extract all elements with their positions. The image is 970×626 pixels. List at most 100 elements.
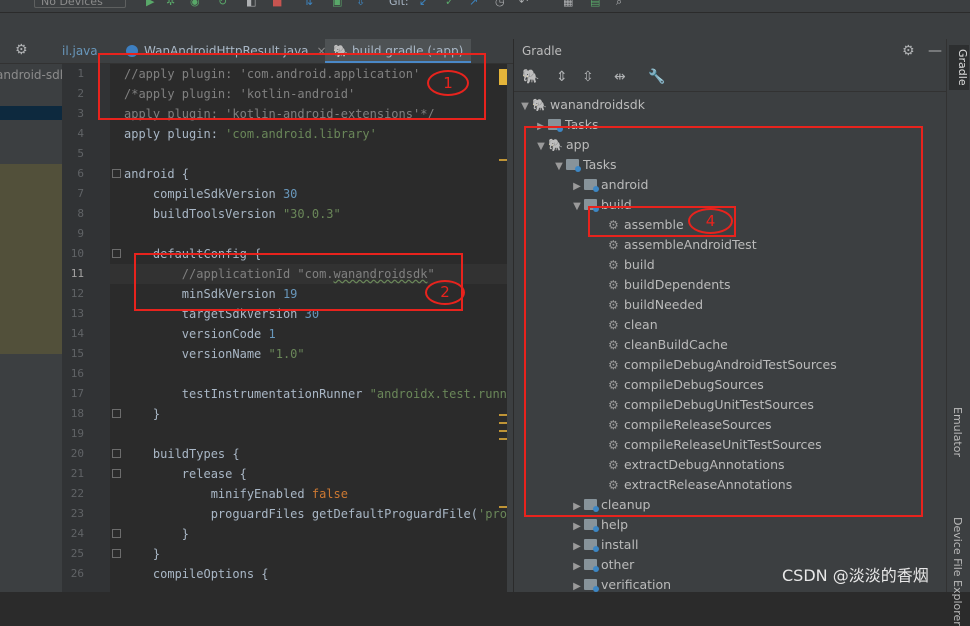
chevron-down-icon[interactable]: ▼ bbox=[518, 97, 532, 117]
code-text: apply plugin: bbox=[124, 127, 226, 141]
line-number: 23 bbox=[70, 507, 84, 520]
code-text: versionName bbox=[124, 347, 269, 361]
code-text: buildToolsVersion bbox=[124, 207, 283, 221]
attach-icon[interactable]: ◧ bbox=[246, 0, 256, 8]
line-number: 14 bbox=[70, 327, 84, 340]
scroll-marker bbox=[499, 430, 507, 432]
line-number: 24 bbox=[70, 527, 84, 540]
code-string: "1.0" bbox=[268, 347, 305, 361]
line-number: 20 bbox=[70, 447, 84, 460]
vtab-label: Device File Explorer bbox=[951, 517, 964, 626]
code-string: 'com.android.library' bbox=[225, 127, 377, 141]
tree-node-help[interactable]: ▶ help bbox=[570, 515, 628, 535]
line-number: 21 bbox=[70, 467, 84, 480]
device-manager-icon[interactable]: ▤ bbox=[590, 0, 600, 8]
profile-icon[interactable]: ◉ bbox=[190, 0, 200, 8]
wrench-icon[interactable]: 🔧 bbox=[648, 69, 665, 85]
line-number: 16 bbox=[70, 367, 84, 380]
folder-icon bbox=[584, 559, 599, 572]
git-commit-icon[interactable]: ✓ bbox=[445, 0, 454, 8]
tree-node-label: other bbox=[601, 557, 635, 572]
toggle-offline-icon[interactable]: ⇹ bbox=[614, 69, 626, 85]
line-number: 7 bbox=[77, 187, 84, 200]
apply-changes-icon[interactable]: ↻ bbox=[218, 0, 227, 8]
run-icon[interactable]: ▶ bbox=[146, 0, 154, 8]
stop-icon[interactable]: ■ bbox=[272, 0, 282, 8]
device-selector[interactable]: No Devices bbox=[34, 0, 126, 8]
line-number: 8 bbox=[77, 207, 84, 220]
line-number: 6 bbox=[77, 167, 84, 180]
scroll-marker bbox=[499, 438, 507, 440]
history-icon[interactable]: ◷ bbox=[495, 0, 505, 8]
line-number: 2 bbox=[77, 87, 84, 100]
tree-node-label: help bbox=[601, 517, 629, 532]
tree-node-label: verification bbox=[601, 577, 672, 592]
tab-device-file-explorer[interactable]: Device File Explorer bbox=[951, 517, 964, 626]
expand-all-icon[interactable]: ⇕ bbox=[556, 69, 568, 85]
inspection-indicator[interactable] bbox=[499, 69, 507, 85]
gear-icon[interactable]: ⚙ bbox=[902, 39, 915, 63]
code-line: } bbox=[124, 407, 161, 421]
chevron-right-icon[interactable]: ▶ bbox=[570, 557, 584, 577]
code-line: minifyEnabled false bbox=[124, 484, 348, 504]
code-line: android { bbox=[124, 167, 190, 181]
tree-node-other[interactable]: ▶ other bbox=[570, 555, 634, 575]
code-line: } bbox=[124, 527, 190, 541]
tree-node-install[interactable]: ▶ install bbox=[570, 535, 638, 555]
structure-icon[interactable]: ▦ bbox=[563, 0, 573, 8]
rollback-icon[interactable]: ↶ bbox=[519, 0, 528, 8]
code-text: minifyEnabled bbox=[124, 487, 312, 501]
project-panel-header bbox=[0, 39, 62, 64]
collapse-all-icon[interactable]: ⇳ bbox=[582, 69, 594, 85]
sync-icon[interactable]: ⇅ bbox=[304, 0, 313, 8]
code-line: buildToolsVersion "30.0.3" bbox=[124, 204, 341, 224]
fold-marker[interactable] bbox=[112, 549, 121, 558]
search-icon[interactable]: ⌕ bbox=[616, 0, 622, 8]
chevron-right-icon[interactable]: ▶ bbox=[570, 537, 584, 557]
fold-marker[interactable] bbox=[112, 409, 121, 418]
git-push-icon[interactable]: ↗ bbox=[469, 0, 478, 8]
code-string: "androidx.test.runner. bbox=[369, 387, 513, 401]
chevron-right-icon[interactable]: ▶ bbox=[570, 517, 584, 537]
tree-node-wanandroidsdk[interactable]: ▼ 🐘 wanandroidsdk bbox=[518, 95, 645, 115]
annotation-number: 1 bbox=[443, 74, 453, 92]
git-update-icon[interactable]: ↙ bbox=[419, 0, 428, 8]
code-line: } bbox=[124, 547, 161, 561]
code-keyword: false bbox=[311, 487, 348, 501]
tab-java-file[interactable]: il.java bbox=[62, 39, 98, 63]
code-line: buildTypes { bbox=[124, 447, 240, 461]
chevron-right-icon[interactable]: ▶ bbox=[570, 577, 584, 597]
fold-marker[interactable] bbox=[112, 469, 121, 478]
sdk-manager-icon[interactable]: ⇩ bbox=[356, 0, 365, 8]
code-text: testInstrumentationRunner bbox=[124, 387, 370, 401]
scroll-marker bbox=[499, 159, 507, 161]
annotation-marker-1: 1 bbox=[427, 70, 469, 96]
fold-marker[interactable] bbox=[112, 249, 121, 258]
code-text: compileSdkVersion bbox=[124, 187, 283, 201]
tree-node-verification[interactable]: ▶ verification bbox=[570, 575, 671, 595]
fold-marker[interactable] bbox=[112, 449, 121, 458]
code-line: compileOptions { bbox=[124, 567, 269, 581]
gear-icon[interactable]: ⚙ bbox=[15, 42, 28, 58]
line-number: 15 bbox=[70, 347, 84, 360]
tab-gradle[interactable]: Gradle bbox=[949, 45, 969, 90]
minimize-icon[interactable]: — bbox=[928, 39, 942, 63]
fold-marker[interactable] bbox=[112, 169, 121, 178]
main-toolbar: No Devices ▶ ✲ ◉ ↻ ◧ ■ ⇅ ▣ ⇩ Git: ↙ ✓ ↗ … bbox=[0, 0, 970, 13]
tab-emulator[interactable]: Emulator bbox=[951, 407, 964, 457]
watermark: CSDN @淡淡的香烟 bbox=[782, 566, 929, 585]
code-editor[interactable]: il.java WanAndroidHttpResult.java × 🐘 buil… bbox=[62, 39, 513, 592]
project-tree-item[interactable]: android-sdk bbox=[0, 68, 62, 86]
line-number: 18 bbox=[70, 407, 84, 420]
scroll-marker bbox=[499, 414, 507, 416]
scroll-marker bbox=[499, 506, 507, 508]
fold-marker[interactable] bbox=[112, 529, 121, 538]
debug-icon[interactable]: ✲ bbox=[166, 0, 175, 8]
avd-manager-icon[interactable]: ▣ bbox=[332, 0, 342, 8]
annotation-number: 2 bbox=[440, 283, 450, 301]
code-number: 30 bbox=[282, 187, 298, 201]
gradle-elephant-icon[interactable]: 🐘 bbox=[522, 69, 539, 85]
folder-icon bbox=[584, 539, 599, 552]
code-line: testInstrumentationRunner "androidx.test… bbox=[124, 384, 513, 404]
line-number: 17 bbox=[70, 387, 84, 400]
